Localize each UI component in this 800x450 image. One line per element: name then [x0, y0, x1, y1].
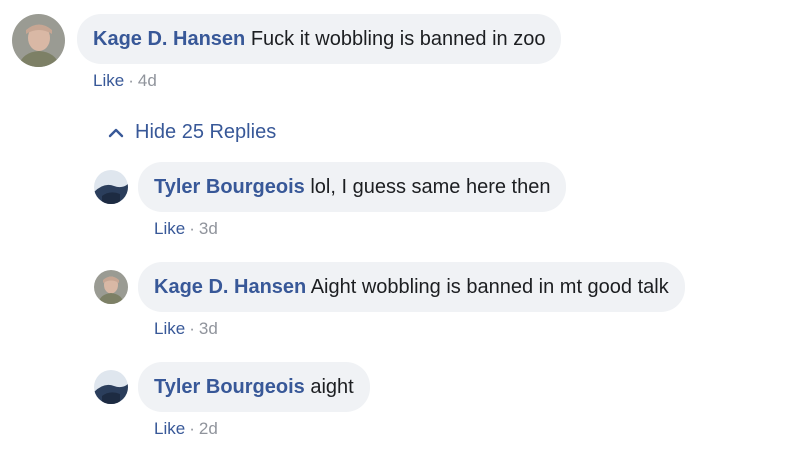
meta-separator: ·	[189, 319, 195, 338]
like-link[interactable]: Like	[154, 219, 185, 238]
reply-timestamp[interactable]: 3d	[199, 319, 218, 338]
reply-author[interactable]: Tyler Bourgeois	[154, 376, 305, 398]
meta-separator: ·	[189, 419, 195, 438]
comment-text: Fuck it wobbling is banned in zoo	[250, 28, 546, 50]
reply-bubble: Kage D. Hansen Aight wobbling is banned …	[138, 262, 685, 312]
hide-replies-label: Hide 25 Replies	[135, 121, 277, 143]
comment-meta: Like · 4d	[77, 71, 561, 91]
reply-text: lol, I guess same here then	[310, 176, 551, 198]
avatar-kage-image	[12, 14, 65, 67]
avatar-tyler[interactable]	[94, 170, 128, 204]
reply-tyler-3: Tyler Bourgeois aight Like · 2d	[94, 362, 370, 439]
comment-author[interactable]: Kage D. Hansen	[93, 28, 245, 50]
avatar-tyler-image	[94, 370, 128, 404]
reply-tyler-1: Tyler Bourgeois lol, I guess same here t…	[94, 162, 567, 239]
reply-text: Aight wobbling is banned in mt good talk	[310, 276, 669, 298]
meta-separator: ·	[128, 71, 134, 90]
reply-bubble: Tyler Bourgeois aight	[138, 362, 370, 412]
reply-timestamp[interactable]: 2d	[199, 419, 218, 438]
reply-kage-2: Kage D. Hansen Aight wobbling is banned …	[94, 262, 685, 339]
meta-separator: ·	[189, 219, 195, 238]
comment-timestamp[interactable]: 4d	[138, 71, 157, 90]
comment-bubble: Kage D. Hansen Fuck it wobbling is banne…	[77, 14, 562, 64]
like-link[interactable]: Like	[154, 319, 185, 338]
reply-meta: Like · 2d	[138, 419, 370, 439]
reply-text: aight	[310, 376, 354, 398]
reply-meta: Like · 3d	[138, 319, 685, 339]
reply-author[interactable]: Tyler Bourgeois	[154, 176, 305, 198]
reply-meta: Like · 3d	[138, 219, 566, 239]
like-link[interactable]: Like	[93, 71, 124, 90]
avatar-tyler[interactable]	[94, 370, 128, 404]
chevron-up-icon	[107, 124, 125, 142]
comment-kage-1: Kage D. Hansen Fuck it wobbling is banne…	[12, 14, 562, 91]
hide-replies-toggle[interactable]: Hide 25 Replies	[107, 121, 276, 144]
reply-bubble: Tyler Bourgeois lol, I guess same here t…	[138, 162, 567, 212]
like-link[interactable]: Like	[154, 419, 185, 438]
avatar-kage-image	[94, 270, 128, 304]
reply-timestamp[interactable]: 3d	[199, 219, 218, 238]
avatar-tyler-image	[94, 170, 128, 204]
avatar-kage[interactable]	[94, 270, 128, 304]
reply-author[interactable]: Kage D. Hansen	[154, 276, 306, 298]
avatar-kage[interactable]	[12, 14, 65, 67]
